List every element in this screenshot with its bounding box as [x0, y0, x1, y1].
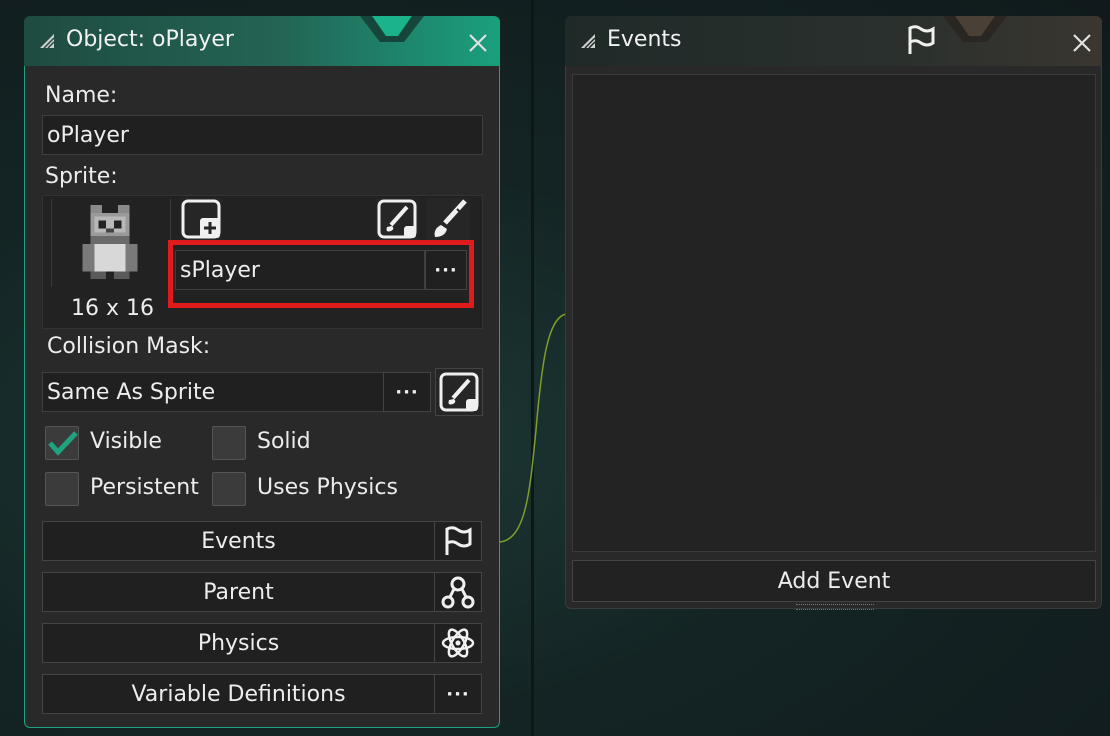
grip-icon[interactable]	[581, 34, 595, 48]
close-icon[interactable]	[469, 34, 487, 52]
checkmark-icon	[48, 431, 78, 456]
more-icon: ···	[395, 381, 419, 403]
sprite-thumbnail	[82, 205, 138, 280]
object-panel-body: Name: oPlayer Sprite: 16 x 16 sPlayer ··…	[24, 66, 500, 728]
persistent-label: Persistent	[90, 475, 199, 500]
connector-line	[497, 313, 567, 543]
edit-sprite-button[interactable]	[376, 198, 418, 240]
add-sprite-button[interactable]	[180, 198, 222, 240]
grip-icon[interactable]	[40, 34, 54, 48]
parent-icon	[441, 576, 475, 609]
sprite-size: 16 x 16	[71, 296, 154, 321]
more-icon: ···	[446, 683, 470, 705]
events-title: Events	[607, 27, 682, 52]
collision-label: Collision Mask:	[47, 334, 211, 359]
visible-checkbox[interactable]	[45, 426, 79, 460]
parent-button[interactable]: Parent	[42, 572, 435, 612]
solid-label: Solid	[257, 429, 311, 454]
events-button[interactable]: Events	[42, 521, 435, 561]
name-input[interactable]: oPlayer	[42, 115, 483, 155]
flag-icon	[908, 25, 935, 54]
physics-icon-button[interactable]	[434, 623, 482, 663]
events-panel: Events Add Event	[565, 16, 1102, 610]
flag-icon	[445, 526, 472, 555]
close-icon[interactable]	[1073, 34, 1091, 52]
titlebar-notch	[943, 16, 1007, 42]
resize-handle[interactable]	[796, 604, 874, 610]
solid-checkbox[interactable]	[212, 426, 246, 460]
events-list[interactable]	[572, 74, 1096, 552]
edit-mask-icon	[439, 372, 479, 412]
name-label: Name:	[45, 83, 118, 108]
parent-icon-button[interactable]	[434, 572, 482, 612]
edit-mask-button[interactable]	[435, 368, 483, 416]
atom-icon	[441, 628, 475, 658]
sprite-preview-frame[interactable]	[51, 199, 171, 287]
object-titlebar[interactable]: Object: oPlayer	[24, 16, 500, 66]
add-sprite-icon	[181, 199, 221, 239]
persistent-checkbox[interactable]	[45, 472, 79, 506]
uses-physics-label: Uses Physics	[257, 475, 398, 500]
edit-sprite-icon	[377, 199, 417, 239]
variables-more-button[interactable]: ···	[434, 674, 482, 714]
collision-mask-field[interactable]: Same As Sprite	[42, 372, 384, 412]
collision-more-button[interactable]: ···	[383, 372, 431, 412]
variable-definitions-button[interactable]: Variable Definitions	[42, 674, 435, 714]
events-titlebar[interactable]: Events	[565, 16, 1102, 66]
titlebar-notch	[360, 16, 424, 42]
sprite-highlight-box	[168, 240, 474, 308]
object-title: Object: oPlayer	[66, 27, 234, 52]
object-panel: Object: oPlayer Name: oPlayer Sprite: 16…	[24, 16, 500, 728]
physics-button[interactable]: Physics	[42, 623, 435, 663]
events-panel-body: Add Event	[565, 66, 1102, 610]
brush-button[interactable]	[426, 198, 470, 240]
events-icon-button[interactable]	[434, 521, 482, 561]
add-event-button[interactable]: Add Event	[572, 560, 1096, 602]
visible-label: Visible	[90, 429, 162, 454]
sprite-label: Sprite:	[45, 164, 118, 189]
uses-physics-checkbox[interactable]	[212, 472, 246, 506]
brush-icon	[434, 199, 467, 237]
